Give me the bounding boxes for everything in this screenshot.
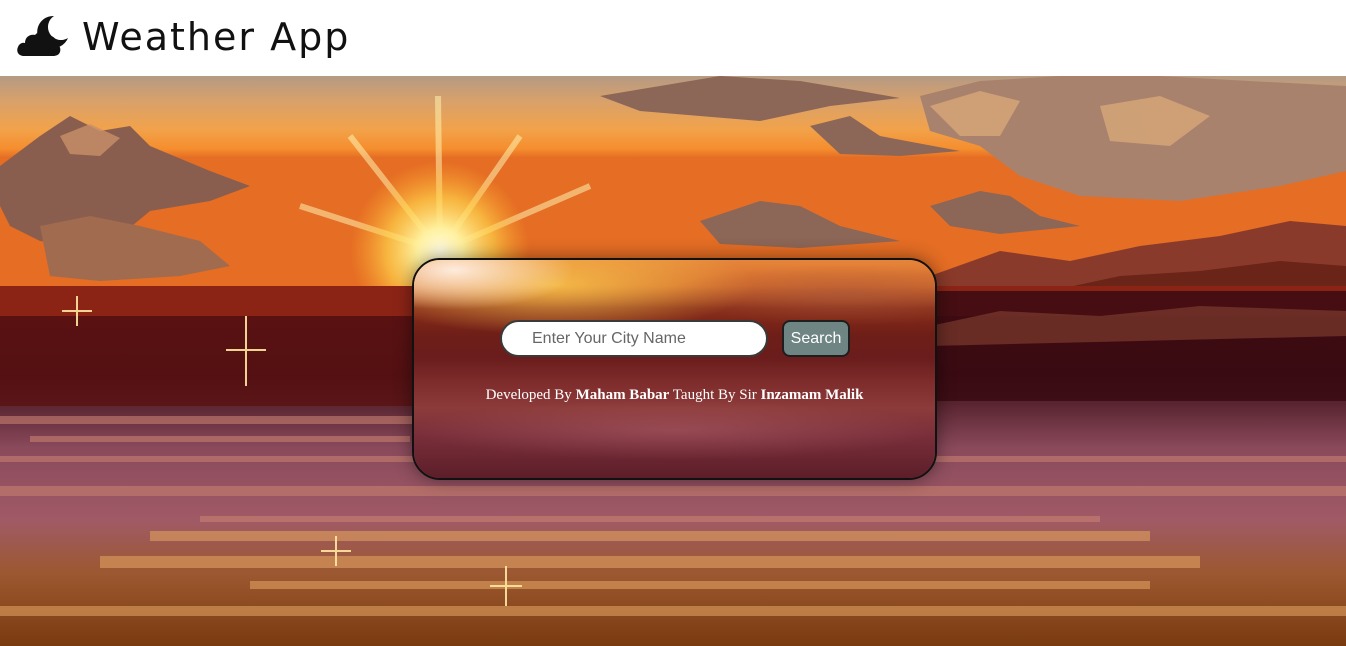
app-title: Weather App xyxy=(82,15,351,59)
credit-taught-by-label: Taught By Sir xyxy=(672,387,757,403)
credit-developer-name: Maham Babar xyxy=(575,387,670,403)
search-row: Search xyxy=(500,320,850,357)
search-card: Search Developed By Maham Babar Taught B… xyxy=(412,258,937,480)
app-header: Weather App xyxy=(0,0,1346,76)
city-search-input[interactable] xyxy=(500,320,768,357)
card-blur-background xyxy=(414,260,935,478)
cloud-moon-icon xyxy=(17,15,68,56)
credit-teacher-name: Inzamam Malik xyxy=(760,387,864,403)
search-button[interactable]: Search xyxy=(782,320,850,357)
credit-developed-by-label: Developed By xyxy=(485,387,572,403)
credit-text: Developed By Maham Babar Taught By Sir I… xyxy=(414,387,935,404)
